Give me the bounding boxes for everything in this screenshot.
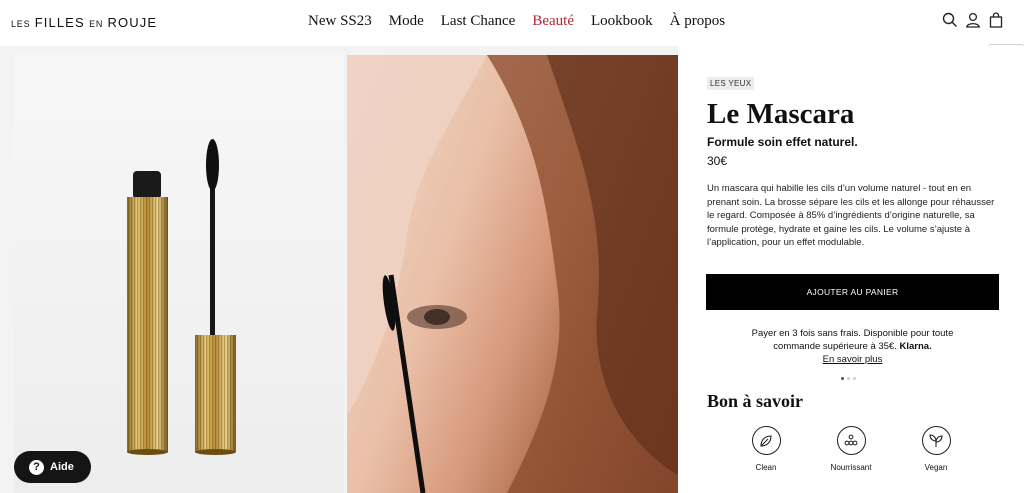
top-navigation-bar: LES FILLES EN ROUJE New SS23 Mode Last C…	[0, 0, 1024, 46]
product-image[interactable]	[14, 55, 344, 493]
logo-word: FILLES	[34, 15, 85, 30]
klarna-line-2: commande supérieure à 35€. Klarna.	[706, 340, 999, 353]
dots-icon	[836, 426, 866, 455]
nav-item-lookbook[interactable]: Lookbook	[591, 13, 653, 30]
account-icon[interactable]	[965, 12, 981, 28]
feature-vegan: Vegan	[906, 426, 966, 472]
carousel-dots	[841, 377, 856, 380]
nav-item-beaute[interactable]: Beauté	[532, 13, 574, 30]
feature-nourrissant: Nourrissant	[821, 426, 881, 472]
product-subtitle: Formule soin effet naturel.	[707, 135, 858, 149]
leaf-icon	[751, 426, 781, 455]
feature-label: Vegan	[924, 463, 948, 472]
product-price: 30€	[707, 154, 728, 168]
carousel-dot[interactable]	[847, 377, 850, 380]
logo-word: ROUJE	[107, 15, 158, 30]
klarna-brand: Klarna.	[899, 341, 932, 352]
learn-more-link[interactable]: En savoir plus	[823, 354, 883, 365]
product-description: Un mascara qui habille les cils d’un vol…	[707, 183, 995, 248]
mascara-illustration	[127, 139, 236, 455]
logo-word: EN	[89, 19, 104, 29]
search-icon[interactable]	[942, 12, 958, 28]
feature-label: Nourrissant	[830, 463, 872, 472]
nav-item-mode[interactable]: Mode	[389, 13, 424, 30]
main-nav: New SS23 Mode Last Chance Beauté Lookboo…	[308, 13, 742, 30]
feature-label: Clean	[755, 463, 777, 472]
logo-word: LES	[11, 19, 31, 29]
brand-logo[interactable]: LES FILLES EN ROUJE	[11, 15, 157, 30]
nav-item-new-ss23[interactable]: New SS23	[308, 13, 372, 30]
nav-item-last-chance[interactable]: Last Chance	[441, 13, 516, 30]
help-label: Aide	[50, 461, 74, 473]
help-button[interactable]: ? Aide	[14, 451, 91, 483]
carousel-dot[interactable]	[853, 377, 856, 380]
klarna-line-2-text: commande supérieure à 35€.	[773, 341, 897, 352]
product-title: Le Mascara	[707, 98, 855, 130]
model-illustration	[347, 55, 678, 493]
model-image[interactable]	[347, 55, 678, 493]
good-to-know-title: Bon à savoir	[707, 391, 804, 411]
nav-item-a-propos[interactable]: À propos	[670, 13, 725, 30]
klarna-info: Payer en 3 fois sans frais. Disponible p…	[706, 327, 999, 366]
bag-icon[interactable]	[988, 12, 1004, 28]
question-icon: ?	[29, 459, 44, 475]
klarna-line-1: Payer en 3 fois sans frais. Disponible p…	[751, 328, 954, 339]
add-to-cart-button[interactable]: AJOUTER AU PANIER	[706, 274, 999, 310]
carousel-dot[interactable]	[841, 377, 844, 380]
plant-icon	[921, 426, 951, 455]
category-tag[interactable]: LES YEUX	[707, 77, 755, 90]
feature-clean: Clean	[736, 426, 796, 472]
header-icons	[942, 12, 1004, 28]
